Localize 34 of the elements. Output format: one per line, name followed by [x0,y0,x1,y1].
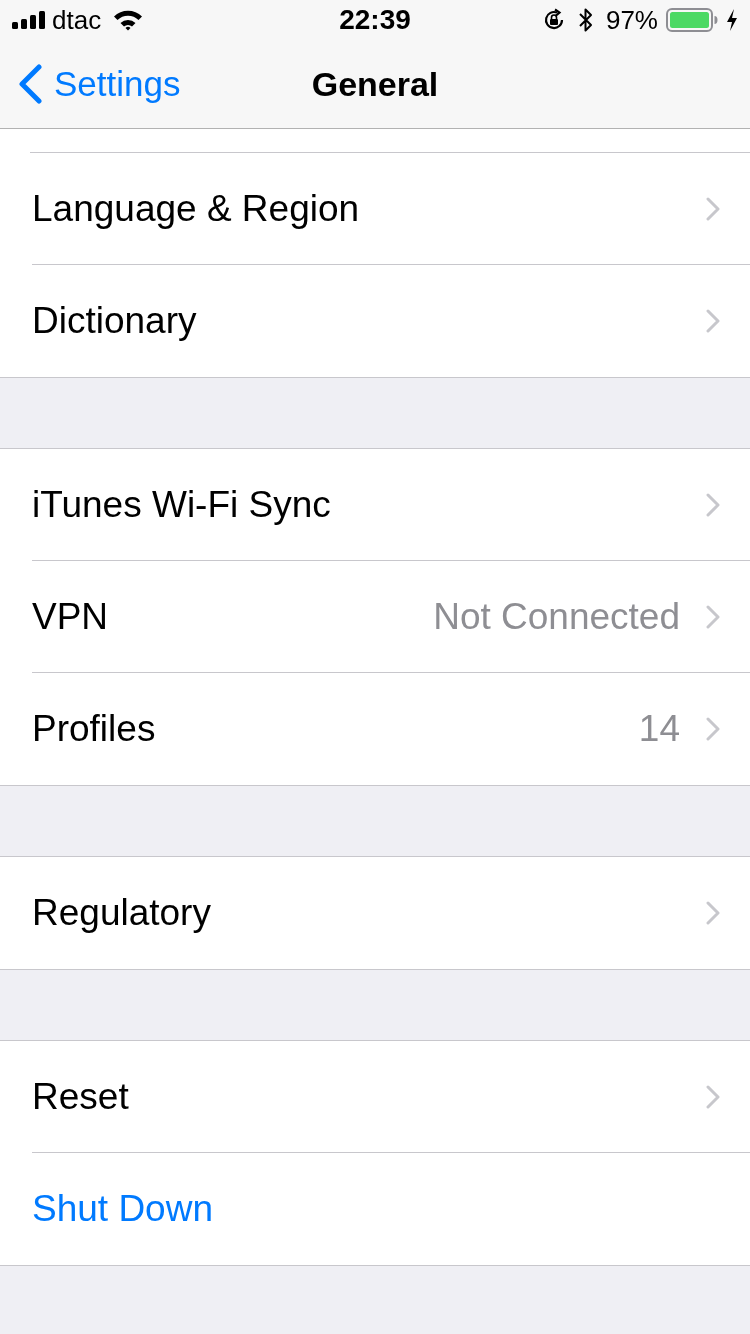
row-value: Not Connected [433,594,680,639]
row-label: iTunes Wi-Fi Sync [32,482,332,527]
shut-down-button[interactable]: Shut Down [0,1153,750,1265]
chevron-right-icon [706,196,720,221]
bluetooth-icon [577,7,594,33]
signal-icon [12,11,46,29]
settings-row[interactable]: VPN Not Connected [0,561,750,673]
settings-row[interactable]: Dictionary [0,265,750,377]
chevron-right-icon [706,492,720,517]
row-label: VPN [32,594,110,639]
row-label: Dictionary [32,299,198,344]
row-label: Profiles [32,707,157,752]
screen-title: General [311,63,439,105]
settings-row[interactable]: Regulatory [0,857,750,969]
row-label: Regulatory [32,891,212,936]
chevron-right-icon [706,901,720,925]
row-label: Reset [32,1074,130,1119]
battery-percentage: 97% [605,3,658,37]
status-time: 22:39 [339,3,411,37]
back-button[interactable]: Settings [0,57,181,111]
settings-row[interactable]: Language & Region [0,153,750,265]
settings-row[interactable]: iTunes Wi-Fi Sync [0,449,750,561]
chevron-right-icon [706,309,720,333]
carrier-name: dtac [52,3,102,37]
row-value: 14 [638,707,680,752]
back-chevron-icon [18,64,42,104]
chevron-right-icon [706,717,720,741]
battery-icon [666,8,718,32]
chevron-right-icon [706,1084,720,1109]
settings-row[interactable]: Reset [0,1041,750,1153]
chevron-right-icon [706,604,720,629]
row-label: Language & Region [32,186,361,231]
wifi-icon [113,9,144,31]
settings-row[interactable]: Profiles 14 [0,673,750,785]
